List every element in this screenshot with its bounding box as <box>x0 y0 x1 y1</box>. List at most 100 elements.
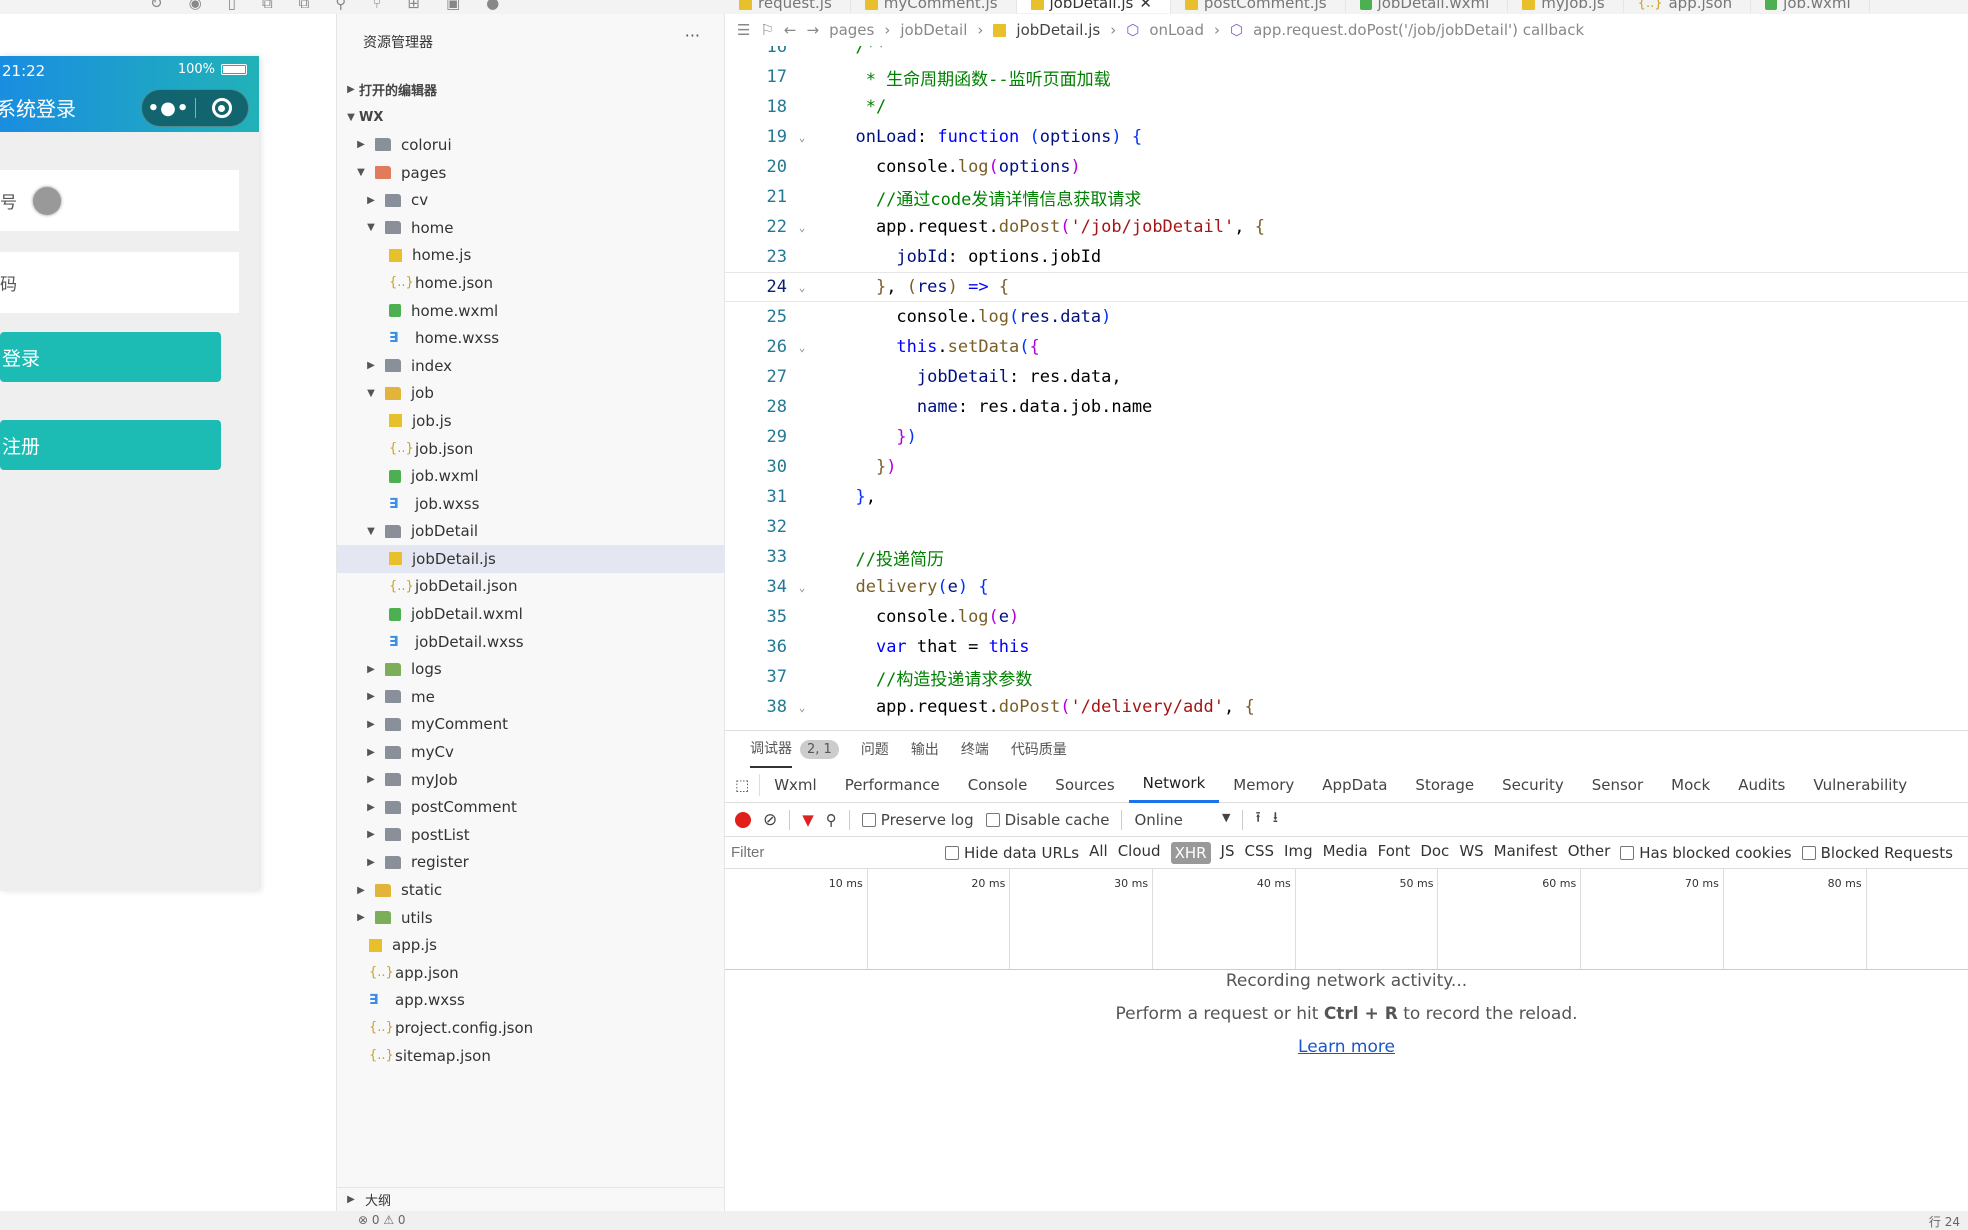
tab-myJob-js[interactable]: myJob.js <box>1508 0 1624 13</box>
register-button[interactable]: 注册 <box>0 420 221 470</box>
fold-chevron-icon[interactable]: ⌄ <box>787 131 817 144</box>
tab-job-wxml[interactable]: job.wxml <box>1751 0 1870 13</box>
search-icon[interactable]: ⚲ <box>335 0 346 12</box>
tab-problems[interactable]: 问题 <box>861 739 889 759</box>
close-icon[interactable]: ✕ <box>1139 0 1152 12</box>
copy-icon[interactable]: ⧉ <box>262 0 273 12</box>
file-item[interactable]: app.js <box>337 931 725 959</box>
inspect-icon[interactable]: ⬚ <box>725 773 761 796</box>
file-item[interactable]: job.wxml <box>337 462 725 490</box>
tab-memory[interactable]: Memory <box>1219 767 1308 803</box>
code-line[interactable]: 27 jobDetail: res.data, <box>725 362 1968 392</box>
code-line[interactable]: 19 ⌄ onLoad: function (options) { <box>725 122 1968 152</box>
tab-console[interactable]: Console <box>954 767 1042 803</box>
back-icon[interactable]: ← <box>784 21 797 39</box>
type-filter-css[interactable]: CSS <box>1245 842 1275 864</box>
tab-mock[interactable]: Mock <box>1657 767 1724 803</box>
code-line[interactable]: 20 console.log(options) <box>725 152 1968 182</box>
throttle-select[interactable]: Online ▼ <box>1134 811 1230 829</box>
file-item[interactable]: ∃ job.wxss <box>337 490 725 518</box>
tab-sensor[interactable]: Sensor <box>1578 767 1657 803</box>
folder-item[interactable]: ▶ myComment <box>337 711 725 739</box>
code-line[interactable]: 37 //构造投递请求参数 <box>725 662 1968 692</box>
filter-icon[interactable]: ▼ <box>802 811 814 829</box>
type-filter-doc[interactable]: Doc <box>1420 842 1449 864</box>
file-item[interactable]: {..} job.json <box>337 435 725 463</box>
hide-data-urls-checkbox[interactable]: Hide data URLs <box>945 844 1079 862</box>
breadcrumb-item[interactable]: jobDetail.js <box>1016 21 1100 39</box>
folder-item[interactable]: ▶ static <box>337 876 725 904</box>
learn-more-link[interactable]: Learn more <box>1298 1037 1395 1057</box>
filter-input[interactable] <box>725 838 935 867</box>
code-line[interactable]: 24 ⌄ }, (res) => { <box>725 272 1968 302</box>
tab-network[interactable]: Network <box>1128 767 1220 803</box>
tab-code-quality[interactable]: 代码质量 <box>1011 739 1067 759</box>
fold-chevron-icon[interactable]: ⌄ <box>787 701 817 714</box>
type-filter-font[interactable]: Font <box>1378 842 1411 864</box>
file-item[interactable]: ∃ jobDetail.wxss <box>337 628 725 656</box>
code-line[interactable]: 28 name: res.data.job.name <box>725 392 1968 422</box>
folder-item[interactable]: ▶ postComment <box>337 793 725 821</box>
code-line[interactable]: 36 var that = this <box>725 632 1968 662</box>
tab-jobDetail-wxml[interactable]: jobDetail.wxml <box>1346 0 1509 13</box>
tab-postComment-js[interactable]: postComment.js <box>1171 0 1346 13</box>
tab-request-js[interactable]: request.js <box>725 0 851 13</box>
close-mini-program-icon[interactable] <box>196 98 248 118</box>
fold-chevron-icon[interactable]: ⌄ <box>787 581 817 594</box>
type-filter-ws[interactable]: WS <box>1459 842 1483 864</box>
tab-vulnerability[interactable]: Vulnerability <box>1799 767 1921 803</box>
folder-item[interactable]: ▼ jobDetail <box>337 518 725 546</box>
fold-chevron-icon[interactable]: ⌄ <box>787 341 817 354</box>
type-filter-all[interactable]: All <box>1089 842 1108 864</box>
file-item[interactable]: {..} sitemap.json <box>337 1042 725 1070</box>
file-item[interactable]: home.js <box>337 242 725 270</box>
folder-item[interactable]: ▼ pages <box>337 159 725 187</box>
section-header[interactable]: ▶ 打开的编辑器 <box>337 76 725 104</box>
search-icon[interactable]: ⚲ <box>826 811 837 829</box>
refresh-icon[interactable]: ↻ <box>150 0 163 12</box>
folder-item[interactable]: ▼ job <box>337 380 725 408</box>
tab-app-json[interactable]: {..} app.json <box>1624 0 1752 13</box>
code-line[interactable]: 21 //通过code发请详情信息获取请求 <box>725 182 1968 212</box>
preserve-log-checkbox[interactable]: Preserve log <box>861 811 974 829</box>
save-icon[interactable]: ▣ <box>446 0 460 12</box>
code-line[interactable]: 30 }) <box>725 452 1968 482</box>
file-item[interactable]: job.js <box>337 407 725 435</box>
breadcrumb-item[interactable]: pages <box>829 21 874 39</box>
folder-item[interactable]: ▶ myCv <box>337 738 725 766</box>
folder-item[interactable]: ▶ register <box>337 849 725 877</box>
forward-icon[interactable]: → <box>806 21 819 39</box>
tab-jobDetail-js[interactable]: jobDetail.js ✕ <box>1016 0 1171 13</box>
phone-icon[interactable]: ▯ <box>228 0 236 12</box>
tab-debugger[interactable]: 调试器 <box>750 730 792 768</box>
disable-cache-checkbox[interactable]: Disable cache <box>985 811 1109 829</box>
tab-myComment-js[interactable]: myComment.js <box>851 0 1017 13</box>
problems-count[interactable]: ⊗ 0 ⚠ 0 <box>358 1213 406 1227</box>
tab-wxml[interactable]: Wxml <box>760 767 831 803</box>
more-actions-icon[interactable]: ··· <box>685 26 700 45</box>
network-timeline[interactable]: 10 ms 20 ms 30 ms 40 ms 50 ms 60 ms 70 ms 80 ms <box>725 869 1968 970</box>
file-item[interactable]: jobDetail.wxml <box>337 600 725 628</box>
folder-item[interactable]: ▶ utils <box>337 904 725 932</box>
code-line[interactable]: 22 ⌄ app.request.doPost('/job/jobDetail',… <box>725 212 1968 242</box>
file-item[interactable]: {..} home.json <box>337 269 725 297</box>
code-line[interactable]: 31 }, <box>725 482 1968 512</box>
code-line[interactable]: 32 <box>725 512 1968 542</box>
folder-item[interactable]: ▶ me <box>337 683 725 711</box>
file-item[interactable]: {..} project.config.json <box>337 1014 725 1042</box>
type-filter-other[interactable]: Other <box>1568 842 1611 864</box>
type-filter-js[interactable]: JS <box>1221 842 1235 864</box>
branch-icon[interactable]: ⑂ <box>372 0 381 12</box>
file-item[interactable]: ∃ home.wxss <box>337 324 725 352</box>
tab-appdata[interactable]: AppData <box>1308 767 1401 803</box>
breadcrumb-item[interactable]: app.request.doPost('/job/jobDetail') cal… <box>1253 21 1584 39</box>
list-icon[interactable]: ☰ <box>737 21 750 39</box>
folder-item[interactable]: ▶ cv <box>337 186 725 214</box>
folder-item[interactable]: ▶ logs <box>337 655 725 683</box>
tab-performance[interactable]: Performance <box>831 767 954 803</box>
files-icon[interactable]: ⧉ <box>299 0 310 12</box>
tab-audits[interactable]: Audits <box>1724 767 1799 803</box>
tab-sources[interactable]: Sources <box>1041 767 1128 803</box>
code-line[interactable]: 25 console.log(res.data) <box>725 302 1968 332</box>
code-line[interactable]: 34 ⌄ delivery(e) { <box>725 572 1968 602</box>
